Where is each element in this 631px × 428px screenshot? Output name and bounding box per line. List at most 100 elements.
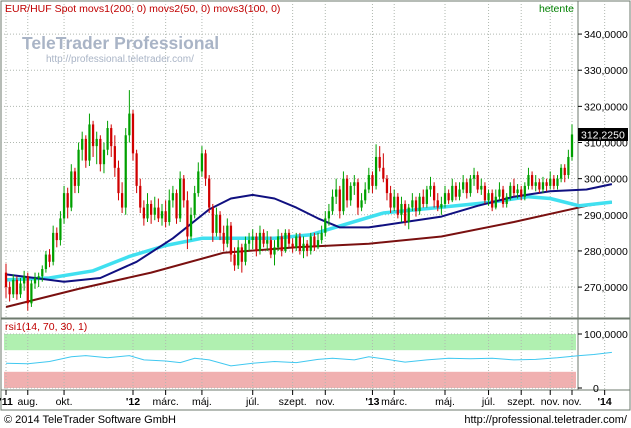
candle-body	[44, 254, 48, 270]
candle-body	[356, 182, 360, 208]
candle-body	[95, 138, 98, 147]
candle-body	[106, 128, 109, 150]
candle-body	[88, 124, 91, 161]
candle-body	[30, 283, 33, 304]
candle-body	[433, 185, 436, 201]
candle-body	[505, 196, 508, 204]
candle-body	[189, 214, 193, 237]
candle-body	[567, 156, 570, 176]
candle-body	[240, 247, 243, 262]
candle-body	[160, 211, 164, 219]
candle-body	[447, 193, 450, 201]
candle-body	[218, 214, 222, 233]
candle-body	[443, 193, 447, 204]
rsi-title: rsi1(14, 70, 30, 1)	[5, 321, 87, 333]
candle-body	[545, 182, 548, 186]
price-y-tick-label: 320,0000	[584, 101, 628, 113]
candle-body	[84, 138, 87, 161]
candle-body	[509, 185, 512, 197]
x-tick-label: nov.	[316, 396, 335, 408]
candle-body	[284, 232, 287, 251]
watermark-url: http://professional.teletrader.com/	[46, 54, 194, 65]
candle-body	[530, 175, 534, 186]
candle-body	[247, 240, 251, 244]
x-tick-label: '12	[126, 396, 140, 408]
candle-body	[244, 243, 247, 262]
candle-body	[378, 156, 381, 168]
candle-body	[171, 193, 175, 201]
candle-body	[385, 178, 389, 194]
candle-body	[324, 218, 327, 233]
candle-body	[335, 189, 338, 197]
candle-body	[226, 225, 229, 244]
price-y-tick-label: 330,0000	[584, 65, 628, 77]
candle-body	[12, 279, 15, 295]
price-y-tick-label: 300,0000	[584, 174, 628, 186]
candle-body	[73, 171, 77, 186]
candle-body	[367, 175, 370, 190]
x-tick-label: okt.	[56, 396, 73, 408]
candle-body	[200, 153, 204, 172]
candle-body	[549, 178, 552, 186]
chart-root: TeleTrader Professional http://professio…	[0, 0, 631, 428]
x-tick-label: nov.	[541, 396, 560, 408]
candle-body	[128, 113, 131, 136]
candle-body	[298, 236, 302, 251]
candle-body	[451, 185, 454, 201]
candle-body	[251, 236, 254, 241]
candle-body	[287, 232, 291, 244]
candle-body	[527, 175, 530, 186]
candle-body	[4, 272, 8, 288]
candle-body	[429, 185, 432, 190]
candle-body	[487, 193, 490, 201]
candle-body	[570, 134, 574, 157]
candle-body	[258, 232, 262, 251]
candle-body	[269, 240, 272, 255]
candle-body	[472, 175, 476, 179]
x-tick-label: máj.	[192, 396, 212, 408]
candle-body	[494, 196, 497, 208]
candle-body	[124, 135, 127, 208]
candle-body	[320, 232, 323, 241]
candle-body	[66, 193, 69, 208]
candle-body	[327, 211, 331, 219]
candle-body	[512, 185, 516, 194]
watermark-brand: TeleTrader Professional	[22, 33, 219, 53]
candle-body	[556, 178, 559, 186]
candle-body	[520, 189, 523, 197]
candle-body	[407, 207, 410, 223]
candle-body	[313, 236, 316, 248]
price-y-tick-label: 290,0000	[584, 210, 628, 222]
price-axis-panel	[577, 0, 631, 319]
candle-body	[266, 240, 269, 244]
candle-body	[168, 200, 171, 223]
candle-body	[316, 240, 320, 248]
x-tick-label: '14	[598, 396, 612, 408]
candle-body	[342, 178, 345, 212]
candle-body	[440, 203, 443, 208]
candle-body	[469, 178, 472, 194]
candle-body	[48, 254, 51, 262]
candle-body	[422, 196, 425, 204]
x-tick-label: aug.	[18, 396, 38, 408]
candle-body	[131, 113, 135, 154]
x-tick-label: nov.	[562, 396, 581, 408]
candle-body	[360, 200, 363, 208]
candle-body	[33, 278, 37, 284]
candle-body	[204, 153, 207, 179]
candle-body	[425, 189, 428, 204]
candle-body	[164, 211, 167, 223]
candle-body	[81, 138, 84, 150]
candle-body	[175, 193, 178, 219]
x-tick-label: júl.	[481, 396, 495, 408]
candle-body	[309, 236, 312, 251]
candle-body	[480, 185, 483, 190]
candle-body	[15, 279, 19, 295]
candle-body	[302, 243, 305, 251]
x-tick-label: szept.	[279, 396, 307, 408]
candle-body	[396, 196, 399, 215]
candle-body	[211, 207, 214, 233]
candle-body	[23, 276, 26, 284]
candle-body	[208, 178, 211, 208]
candle-body	[559, 167, 563, 179]
